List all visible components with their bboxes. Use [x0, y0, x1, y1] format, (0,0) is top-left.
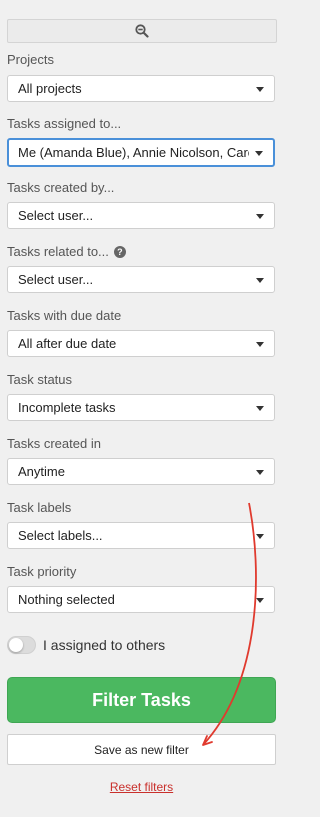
chevron-down-icon: [256, 277, 264, 283]
created-in-value: Anytime: [18, 464, 65, 479]
task-labels-value: Select labels...: [18, 528, 103, 543]
assigned-to-value: Me (Amanda Blue), Annie Nicolson, Caroli…: [18, 145, 249, 160]
task-status-label: Task status: [7, 372, 72, 387]
created-by-value: Select user...: [18, 208, 94, 223]
task-labels-label: Task labels: [7, 500, 71, 515]
assigned-to-others-label: I assigned to others: [43, 637, 166, 653]
task-priority-label-text: Task priority: [7, 564, 77, 579]
task-priority-select[interactable]: Nothing selected: [7, 586, 275, 613]
task-labels-label-text: Task labels: [7, 500, 72, 515]
task-status-label-text: Task status: [7, 372, 73, 387]
assigned-to-others-toggle[interactable]: [7, 636, 36, 654]
zoom-out-icon: [135, 24, 149, 38]
created-by-select[interactable]: Select user...: [7, 202, 275, 229]
task-status-select[interactable]: Incomplete tasks: [7, 394, 275, 421]
due-date-value: All after due date: [18, 336, 117, 351]
projects-select[interactable]: All projects: [7, 75, 275, 102]
related-to-select[interactable]: Select user...: [7, 266, 275, 293]
created-by-label: Tasks created by...: [7, 180, 114, 195]
zoom-out-button[interactable]: [7, 19, 277, 43]
assigned-to-label-text: Tasks assigned to...: [7, 116, 122, 131]
due-date-select[interactable]: All after due date: [7, 330, 275, 357]
reset-filters-link[interactable]: Reset filters: [0, 780, 283, 794]
related-to-label: Tasks related to... ?: [7, 244, 126, 259]
chevron-down-icon: [255, 150, 263, 156]
chevron-down-icon: [256, 213, 264, 219]
related-to-label-text: Tasks related to...: [7, 244, 109, 259]
filter-tasks-button[interactable]: Filter Tasks: [7, 677, 276, 723]
assigned-to-select[interactable]: Me (Amanda Blue), Annie Nicolson, Caroli…: [7, 138, 275, 167]
task-priority-label: Task priority: [7, 564, 76, 579]
due-date-label: Tasks with due date: [7, 308, 121, 323]
due-date-label-text: Tasks with due date: [7, 308, 122, 323]
task-priority-value: Nothing selected: [18, 592, 115, 607]
chevron-down-icon: [256, 533, 264, 539]
toggle-knob: [9, 638, 23, 652]
chevron-down-icon: [256, 341, 264, 347]
task-status-value: Incomplete tasks: [18, 400, 116, 415]
created-in-select[interactable]: Anytime: [7, 458, 275, 485]
chevron-down-icon: [256, 86, 264, 92]
assigned-to-others-toggle-row: I assigned to others: [7, 636, 165, 654]
assigned-to-label: Tasks assigned to...: [7, 116, 121, 131]
projects-value: All projects: [18, 81, 82, 96]
chevron-down-icon: [256, 405, 264, 411]
question-circle-icon[interactable]: ?: [113, 245, 126, 258]
projects-label-text: Projects: [7, 52, 54, 67]
save-as-new-filter-button[interactable]: Save as new filter: [7, 734, 276, 765]
created-in-label-text: Tasks created in: [7, 436, 101, 451]
chevron-down-icon: [256, 469, 264, 475]
related-to-value: Select user...: [18, 272, 94, 287]
task-labels-select[interactable]: Select labels...: [7, 522, 275, 549]
created-by-label-text: Tasks created by...: [7, 180, 115, 195]
projects-label: Projects: [7, 52, 54, 67]
created-in-label: Tasks created in: [7, 436, 101, 451]
chevron-down-icon: [256, 597, 264, 603]
task-filter-panel: Projects All projects Tasks assigned to.…: [0, 0, 287, 817]
